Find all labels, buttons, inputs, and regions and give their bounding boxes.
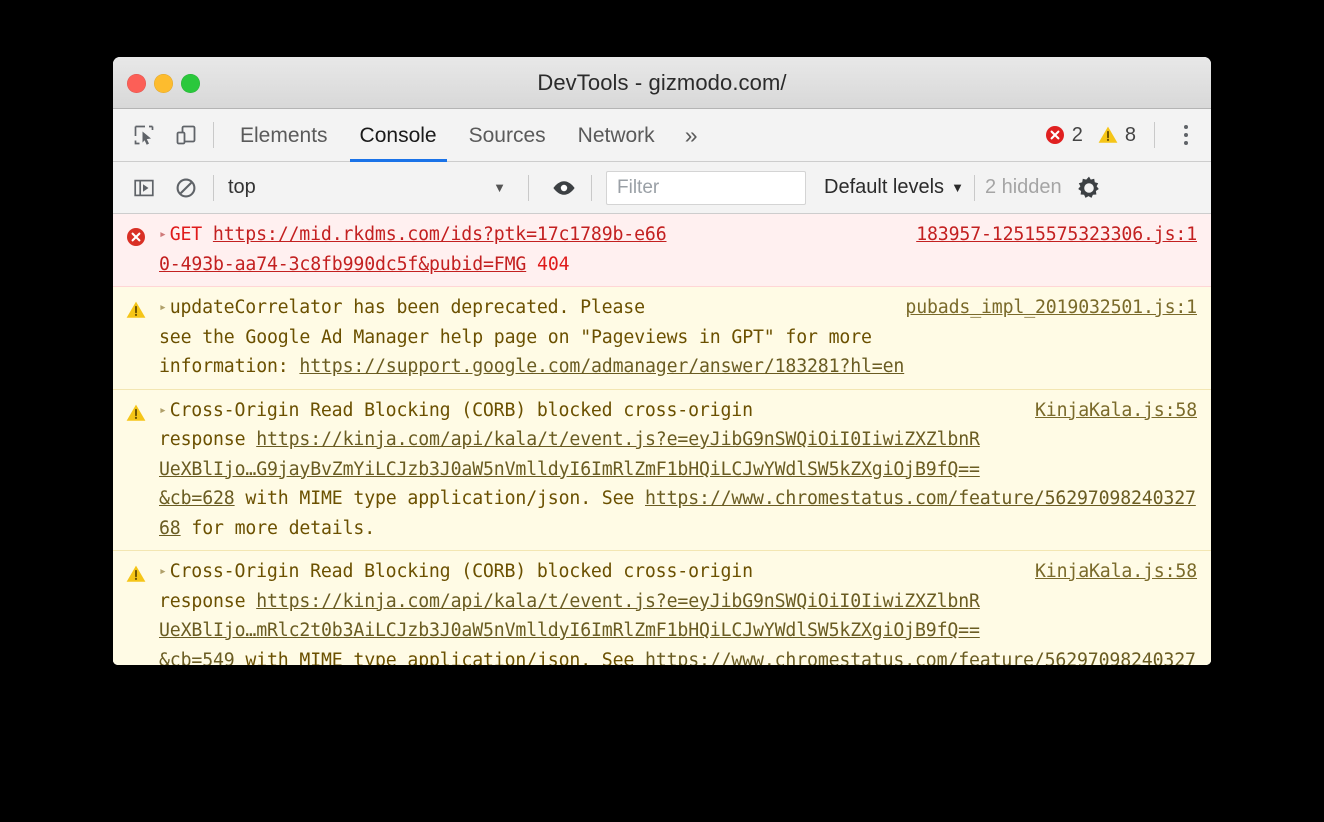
request-method: GET (169, 224, 203, 245)
console-toolbar-divider-2 (528, 174, 529, 201)
warning-line-1: updateCorrelator has been deprecated. Pl… (169, 297, 645, 318)
console-message-list[interactable]: ▸ GET https://mid.rkdms.com/ids?ptk=17c17… (113, 214, 1211, 665)
warning-icon (113, 557, 159, 665)
expand-arrow-icon[interactable]: ▸ (159, 557, 167, 587)
tab-network[interactable]: Network (562, 109, 671, 162)
window-title: DevTools - gizmodo.com/ (537, 70, 787, 95)
console-message-text: ▸ GET https://mid.rkdms.com/ids?ptk=17c17… (159, 220, 1211, 279)
inspect-element-icon (132, 123, 156, 147)
warning-icon (1097, 124, 1119, 146)
corb-response-prefix: response (159, 590, 257, 612)
device-toolbar-icon (174, 123, 198, 147)
tail-text: for more details. (180, 517, 376, 539)
corb-response-prefix: response (159, 429, 257, 450)
console-sidebar-button[interactable] (127, 171, 161, 205)
tab-elements[interactable]: Elements (224, 109, 344, 162)
chevron-down-icon: ▼ (493, 180, 506, 195)
tab-console[interactable]: Console (344, 109, 453, 162)
warning-count: 8 (1124, 123, 1136, 146)
execution-context-label: top (228, 176, 256, 198)
settings-gear-icon (1076, 175, 1102, 201)
request-url-part1[interactable]: https://mid.rkdms.com/ids?ptk=17c1789b-e… (213, 224, 667, 245)
warning-line-3-prefix: information: (159, 356, 300, 377)
issue-counts[interactable]: 2 8 (1044, 124, 1144, 147)
console-message-error[interactable]: ▸ GET https://mid.rkdms.com/ids?ptk=17c17… (113, 214, 1211, 287)
warning-icon (113, 396, 159, 544)
console-message-text: ▸ updateCorrelator has been deprecated. P… (159, 293, 1211, 382)
source-link[interactable]: pubads_impl_2019032501.js:1 (905, 293, 1197, 323)
filter-input[interactable]: Filter (606, 170, 806, 205)
filter-placeholder: Filter (617, 176, 660, 198)
blocked-url[interactable]: https://kinja.com/api/kala/t/event.js?e=… (256, 429, 980, 450)
window-titlebar: DevTools - gizmodo.com/ (113, 57, 1211, 109)
console-toolbar-divider-1 (213, 174, 214, 201)
console-message-warning[interactable]: ▸ updateCorrelator has been deprecated. P… (113, 287, 1211, 390)
devtools-tabbar: Elements Console Sources Network » 2 8 (113, 109, 1211, 162)
log-levels-selector[interactable]: Default levels ▼ (824, 176, 964, 199)
devtools-window: DevTools - gizmodo.com/ Elements Console (113, 57, 1211, 665)
blocked-url-continued[interactable]: UeXBlIjo…mRlc2t0b3AiLCJzb3J0aW5nVmlldyI6… (159, 620, 980, 641)
mime-text: with MIME type application/json. See (234, 488, 646, 509)
mime-text: with MIME type application/json. See (234, 649, 646, 666)
console-sidebar-icon (133, 177, 155, 199)
execution-context-selector[interactable]: top ▼ (224, 176, 518, 199)
source-link[interactable]: KinjaKala.js:58 (1035, 557, 1197, 587)
error-icon (1044, 124, 1066, 146)
kebab-menu-icon[interactable] (1171, 118, 1201, 152)
toolbar-divider (213, 122, 214, 148)
tabbar-status-area: 2 8 (1044, 118, 1211, 152)
console-toolbar-divider-3 (591, 174, 592, 201)
console-message-text: ▸ Cross-Origin Read Blocking (CORB) block… (159, 396, 1211, 544)
expand-arrow-icon[interactable]: ▸ (159, 293, 167, 323)
error-count: 2 (1071, 123, 1083, 146)
settings-button[interactable] (1076, 175, 1102, 201)
inspect-element-button[interactable] (127, 118, 161, 152)
live-expression-button[interactable] (547, 171, 581, 205)
clear-console-button[interactable] (169, 171, 203, 205)
toolbar-divider-right (1154, 122, 1155, 148)
corb-line-1: Cross-Origin Read Blocking (CORB) blocke… (169, 399, 753, 421)
hidden-messages-count[interactable]: 2 hidden (985, 176, 1062, 199)
console-toolbar: top ▼ Filter Default levels ▼ 2 hidden (113, 162, 1211, 214)
more-tabs-icon[interactable]: » (671, 109, 712, 162)
tab-sources[interactable]: Sources (453, 109, 562, 162)
source-link[interactable]: KinjaKala.js:58 (1035, 396, 1197, 426)
support-link[interactable]: https://support.google.com/admanager/ans… (299, 356, 904, 377)
expand-arrow-icon[interactable]: ▸ (159, 396, 167, 426)
chevron-down-icon: ▼ (951, 180, 964, 195)
blocked-url[interactable]: https://kinja.com/api/kala/t/event.js?e=… (256, 591, 980, 612)
warning-line-2: see the Google Ad Manager help page on "… (159, 326, 872, 348)
source-link[interactable]: 183957-12515575323306.js:1 (916, 220, 1197, 250)
expand-arrow-icon[interactable]: ▸ (159, 220, 167, 250)
device-toolbar-button[interactable] (169, 118, 203, 152)
clear-console-icon (174, 176, 198, 200)
console-message-warning[interactable]: ▸ Cross-Origin Read Blocking (CORB) block… (113, 551, 1211, 665)
console-toolbar-divider-4 (973, 174, 975, 201)
corb-line-1: Cross-Origin Read Blocking (CORB) blocke… (169, 561, 753, 582)
blocked-url-continued[interactable]: UeXBlIjo…G9jayBvZmYiLCJzb3J0aW5nVmlldyI6… (159, 459, 980, 480)
live-expression-icon (551, 177, 577, 199)
blocked-url-tail[interactable]: &cb=628 (159, 488, 235, 509)
console-message-warning[interactable]: ▸ Cross-Origin Read Blocking (CORB) block… (113, 389, 1211, 551)
error-icon (113, 220, 159, 279)
console-message-text: ▸ Cross-Origin Read Blocking (CORB) block… (159, 557, 1211, 665)
status-code: 404 (537, 253, 570, 275)
warning-icon (113, 293, 159, 382)
blocked-url-tail[interactable]: &cb=549 (159, 650, 235, 666)
log-levels-label: Default levels (824, 176, 945, 198)
request-url-part2[interactable]: 0-493b-aa74-3c8fb990dc5f&pubid=FMG (159, 254, 526, 275)
